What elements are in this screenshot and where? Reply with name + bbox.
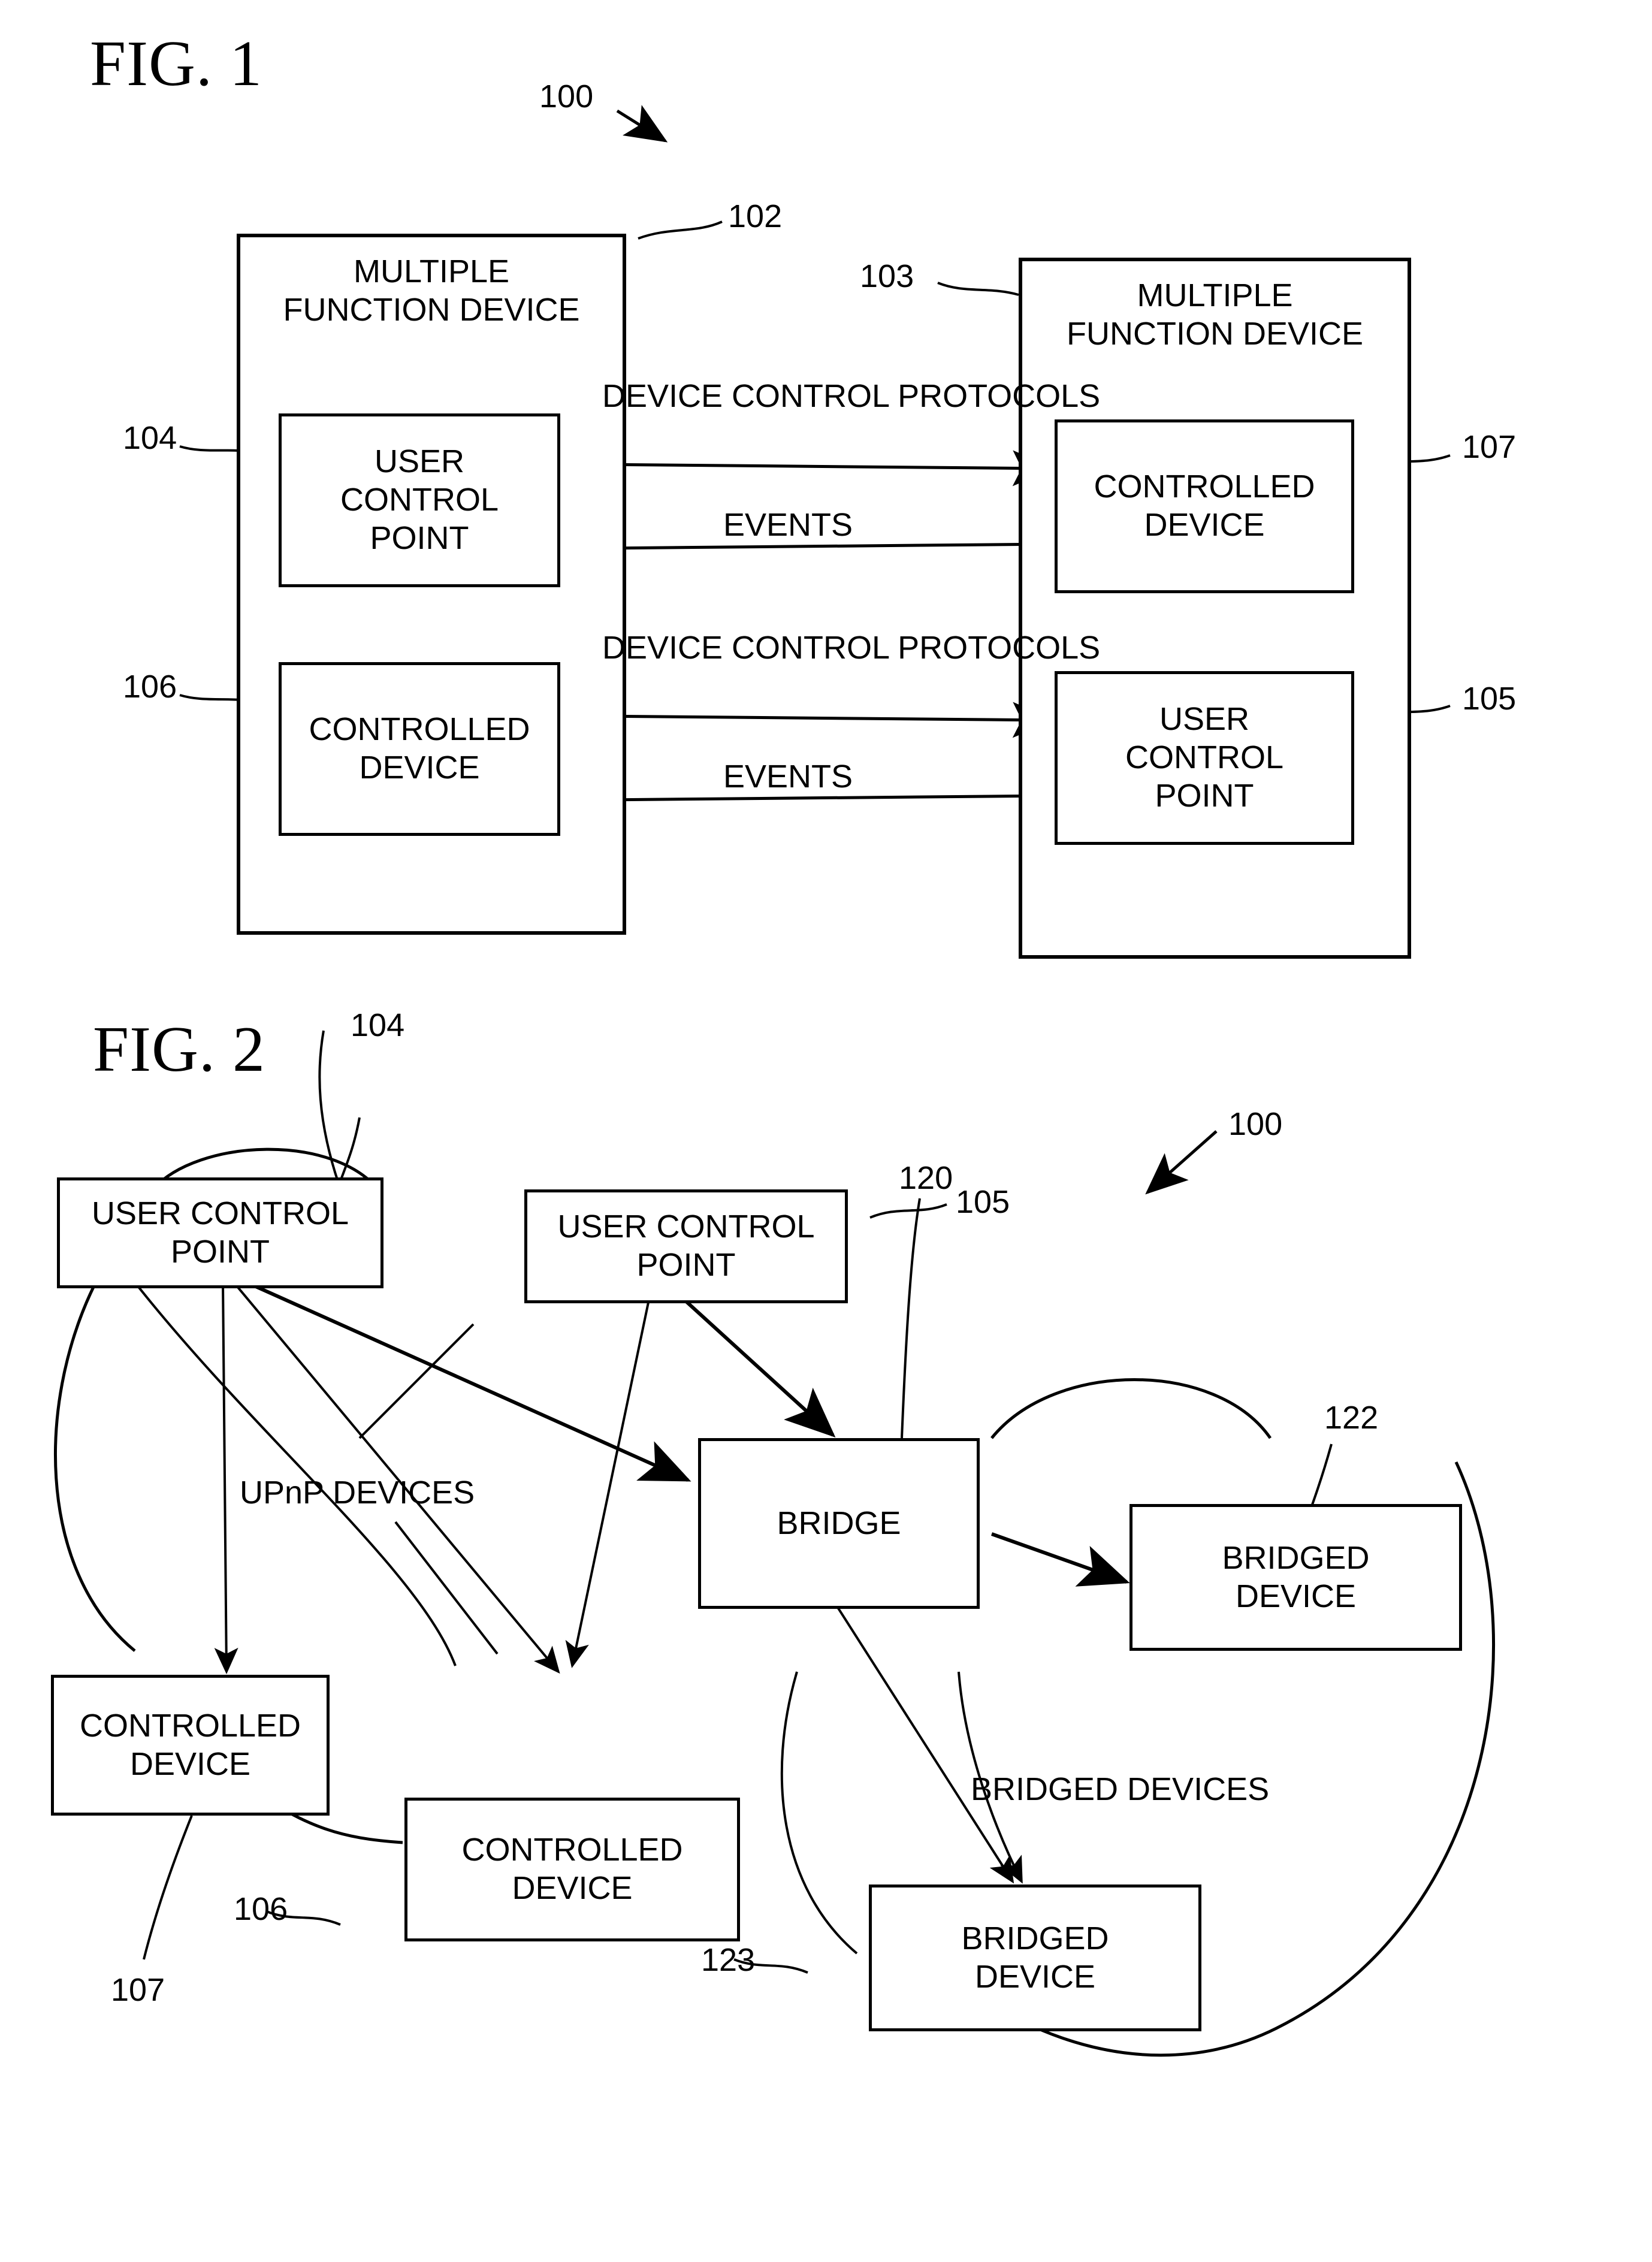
figure-2-title: FIG. 2 — [93, 1014, 266, 1085]
fig1-ref-105: 105 — [1462, 681, 1517, 717]
fig2-cdev2-label: CONTROLLED DEVICE — [461, 1832, 683, 1906]
fig2-bridged-device-1: BRIDGED DEVICE — [1129, 1504, 1462, 1651]
fig2-cdev1-label: CONTROLLED DEVICE — [79, 1707, 301, 1782]
fig2-bdev2-label: BRIDGED DEVICE — [961, 1920, 1109, 1995]
fig2-annotation-upnp-devices: UPnP DEVICES — [240, 1475, 475, 1511]
fig2-bdev1-label: BRIDGED DEVICE — [1222, 1539, 1370, 1614]
figure-1-title: FIG. 1 — [90, 28, 263, 99]
fig2-ref-107: 107 — [111, 1972, 165, 2008]
fig1-user-control-point-right: USER CONTROL POINT — [1055, 671, 1354, 845]
fig1-ref-104: 104 — [123, 420, 177, 456]
fig1-cd-right-label: CONTROLLED DEVICE — [1094, 469, 1315, 543]
fig1-flow-events-bottom: EVENTS — [723, 759, 853, 795]
fig1-user-control-point-left: USER CONTROL POINT — [279, 413, 560, 587]
fig1-ref-100: 100 — [539, 78, 594, 114]
fig2-bridge: BRIDGE — [698, 1438, 980, 1609]
fig1-multiple-function-device-right: MULTIPLE FUNCTION DEVICE — [1019, 258, 1411, 959]
fig1-flow-events-top: EVENTS — [723, 507, 853, 543]
fig1-controlled-device-left: CONTROLLED DEVICE — [279, 662, 560, 836]
fig2-upnp-lasso — [54, 1275, 136, 1652]
fig2-user-control-point-2: USER CONTROL POINT — [524, 1189, 848, 1303]
fig2-ref-106: 106 — [234, 1891, 288, 1927]
fig1-controlled-device-right: CONTROLLED DEVICE — [1055, 419, 1354, 593]
fig1-ref-103: 103 — [860, 258, 914, 294]
fig1-ucp-left-label: USER CONTROL POINT — [340, 443, 499, 556]
patent-figure-sheet: FIG. 1 100 MULTIPLE FUNCTION DEVICE MULT… — [0, 0, 1652, 2262]
fig2-controlled-device-2: CONTROLLED DEVICE — [404, 1798, 740, 1941]
fig2-ref-120: 120 — [899, 1160, 953, 1196]
fig2-bridge-label: BRIDGE — [777, 1505, 901, 1541]
fig1-ref-102: 102 — [728, 198, 783, 234]
fig2-user-control-point-1: USER CONTROL POINT — [57, 1177, 383, 1288]
fig1-mfd-left-label: MULTIPLE FUNCTION DEVICE — [283, 253, 580, 328]
fig1-flow-device-control-protocols-top: DEVICE CONTROL PROTOCOLS — [602, 378, 1101, 414]
fig1-cd-left-label: CONTROLLED DEVICE — [309, 711, 530, 786]
fig2-ref-122: 122 — [1324, 1400, 1379, 1436]
fig1-lead-100 — [616, 105, 668, 143]
fig2-ref-104: 104 — [351, 1007, 405, 1043]
fig2-bridged-device-2: BRIDGED DEVICE — [869, 1885, 1201, 2031]
fig2-controlled-device-1: CONTROLLED DEVICE — [51, 1675, 330, 1816]
fig2-annotation-bridged-devices: BRIDGED DEVICES — [971, 1771, 1270, 1807]
fig2-lead-100 — [1145, 1130, 1218, 1195]
fig2-ref-100: 100 — [1228, 1106, 1283, 1142]
fig1-ucp-right-label: USER CONTROL POINT — [1125, 701, 1283, 814]
fig2-ucp1-label: USER CONTROL POINT — [91, 1195, 349, 1270]
fig2-bridged-lasso-top — [990, 1378, 1272, 1439]
fig1-mfd-right-label: MULTIPLE FUNCTION DEVICE — [1066, 277, 1364, 352]
fig1-ref-106: 106 — [123, 669, 177, 705]
fig2-ucp2-label: USER CONTROL POINT — [557, 1209, 815, 1283]
fig2-ref-105: 105 — [956, 1184, 1010, 1220]
fig2-ref-123: 123 — [701, 1942, 756, 1978]
fig1-flow-device-control-protocols-bottom: DEVICE CONTROL PROTOCOLS — [602, 630, 1101, 666]
fig1-ref-107: 107 — [1462, 429, 1517, 465]
